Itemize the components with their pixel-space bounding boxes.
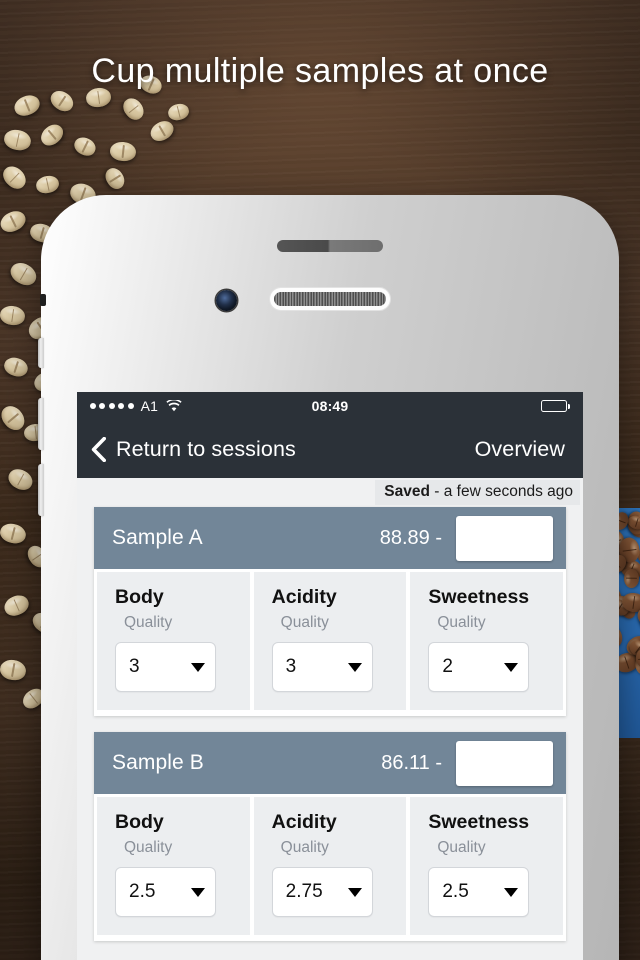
attribute-value: 3	[286, 656, 297, 678]
sample-note-input[interactable]	[456, 516, 553, 561]
attribute-value: 2.75	[286, 881, 323, 903]
status-bar: A1 08:49	[77, 392, 583, 420]
sample-score: 88.89 -	[380, 527, 456, 550]
attribute-acidity: Acidity Quality 3	[254, 572, 407, 710]
attribute-value: 2.5	[442, 881, 468, 903]
attribute-value: 2.5	[129, 881, 155, 903]
status-bar-clock: 08:49	[77, 398, 583, 414]
attribute-sweetness: Sweetness Quality 2	[410, 572, 563, 710]
attribute-subtitle: Quality	[437, 614, 563, 632]
attribute-name: Body	[115, 586, 250, 609]
sample-note-input[interactable]	[456, 741, 553, 786]
attribute-name: Sweetness	[428, 586, 563, 609]
volume-up-button[interactable]	[38, 398, 44, 450]
sample-name: Sample B	[112, 751, 204, 775]
speaker-grille	[274, 292, 386, 306]
attribute-subtitle: Quality	[437, 839, 563, 857]
attribute-sweetness: Sweetness Quality 2.5	[410, 797, 563, 935]
saved-status-row: Saved - a few seconds ago	[77, 478, 583, 507]
chevron-down-icon	[504, 663, 518, 672]
page-title: Overview	[475, 437, 565, 462]
sample-attributes-row: Body Quality 2.5 Acidity Quality 2.75 Sw…	[94, 794, 566, 941]
chevron-down-icon	[191, 663, 205, 672]
sample-attributes-row: Body Quality 3 Acidity Quality 3 Sweetne…	[94, 569, 566, 716]
sample-score: 86.11 -	[381, 752, 456, 775]
attribute-name: Acidity	[272, 586, 407, 609]
attribute-quality-select[interactable]: 3	[272, 642, 373, 692]
attribute-value: 2	[442, 656, 453, 678]
attribute-subtitle: Quality	[124, 839, 250, 857]
attribute-name: Sweetness	[428, 811, 563, 834]
saved-detail: - a few seconds ago	[430, 483, 573, 500]
earpiece-speaker	[277, 240, 383, 252]
front-camera-icon	[216, 290, 237, 311]
chevron-down-icon	[348, 663, 362, 672]
volume-down-button[interactable]	[38, 464, 44, 516]
sample-card-header[interactable]: Sample A 88.89 -	[94, 507, 566, 569]
attribute-acidity: Acidity Quality 2.75	[254, 797, 407, 935]
chevron-left-icon	[91, 437, 106, 462]
status-badge: Saved - a few seconds ago	[375, 480, 580, 505]
attribute-quality-select[interactable]: 2.5	[115, 867, 216, 917]
sample-name: Sample A	[112, 526, 203, 550]
mute-switch-button[interactable]	[38, 338, 44, 368]
attribute-body: Body Quality 3	[97, 572, 250, 710]
attribute-quality-select[interactable]: 2	[428, 642, 529, 692]
navigation-bar: Return to sessions Overview	[77, 420, 583, 478]
attribute-quality-select[interactable]: 3	[115, 642, 216, 692]
sample-card: Sample B 86.11 - Body Quality 2.5 Acidit…	[94, 732, 566, 941]
session-overview-content: Saved - a few seconds ago Sample A 88.89…	[77, 478, 583, 960]
attribute-subtitle: Quality	[281, 839, 407, 857]
sample-card-header[interactable]: Sample B 86.11 -	[94, 732, 566, 794]
page-headline: Cup multiple samples at once	[0, 52, 640, 91]
chevron-down-icon	[504, 888, 518, 897]
sample-card: Sample A 88.89 - Body Quality 3 Acidity …	[94, 507, 566, 716]
saved-label: Saved	[384, 483, 430, 500]
chevron-down-icon	[348, 888, 362, 897]
attribute-body: Body Quality 2.5	[97, 797, 250, 935]
phone-device-mockup: A1 08:49 Return to sessions Overview Sav…	[44, 198, 616, 960]
attribute-value: 3	[129, 656, 140, 678]
chevron-down-icon	[191, 888, 205, 897]
return-to-sessions-button[interactable]: Return to sessions	[91, 437, 296, 462]
attribute-quality-select[interactable]: 2.75	[272, 867, 373, 917]
phone-screen: A1 08:49 Return to sessions Overview Sav…	[77, 392, 583, 960]
attribute-name: Acidity	[272, 811, 407, 834]
attribute-subtitle: Quality	[281, 614, 407, 632]
antenna-band	[40, 294, 46, 306]
back-button-label: Return to sessions	[116, 437, 296, 462]
attribute-subtitle: Quality	[124, 614, 250, 632]
attribute-quality-select[interactable]: 2.5	[428, 867, 529, 917]
attribute-name: Body	[115, 811, 250, 834]
